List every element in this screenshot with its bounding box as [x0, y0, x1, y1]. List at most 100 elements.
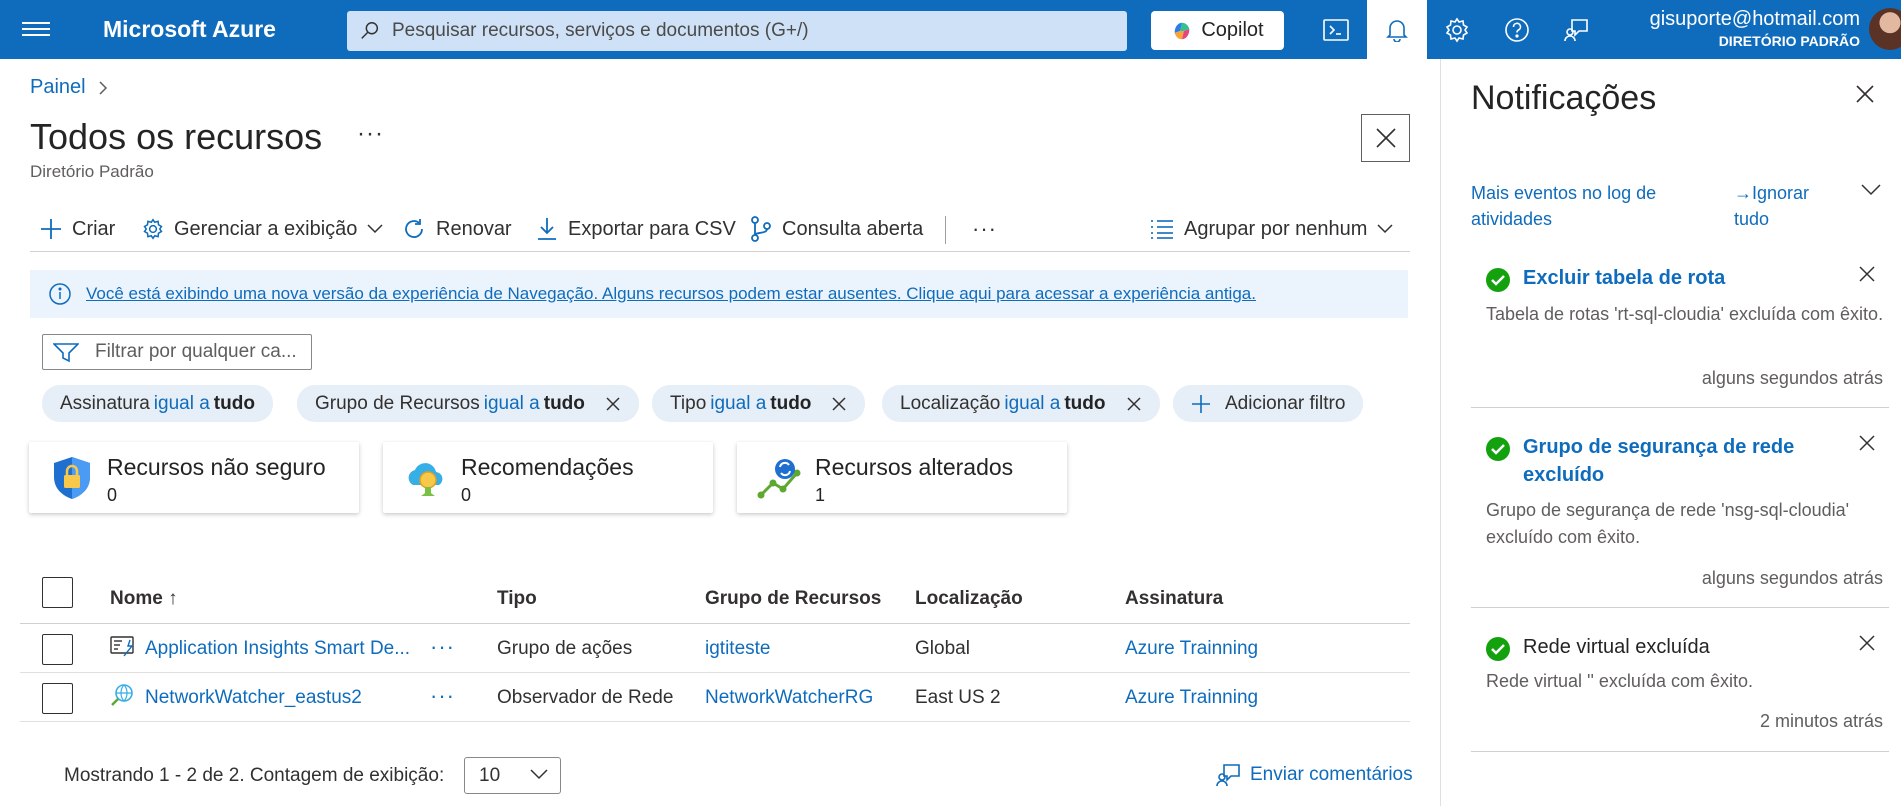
send-feedback-link[interactable]: Enviar comentários: [1216, 762, 1413, 788]
top-bar: Microsoft Azure Copilot: [0, 0, 1901, 59]
resource-group-link[interactable]: NetworkWatcherRG: [705, 687, 873, 709]
settings-gear-icon[interactable]: [1427, 0, 1487, 59]
pill-field: Grupo de Recursos: [315, 392, 480, 414]
row-more-button[interactable]: ···: [430, 634, 455, 660]
action-group-icon: [110, 636, 134, 657]
page-size-dropdown[interactable]: 10: [464, 757, 561, 794]
global-search[interactable]: [347, 11, 1127, 51]
remove-filter-icon[interactable]: [605, 396, 621, 412]
subscription-link[interactable]: Azure Trainning: [1125, 687, 1258, 709]
subscription-link[interactable]: Azure Trainning: [1125, 638, 1258, 660]
more-commands-button[interactable]: ···: [972, 214, 997, 244]
feedback-label: Enviar comentários: [1250, 764, 1413, 785]
query-branch-icon: [751, 216, 771, 242]
notifications-title: Notificações: [1471, 79, 1657, 117]
dismiss-notification-icon[interactable]: [1859, 435, 1875, 451]
help-icon[interactable]: [1487, 0, 1547, 59]
title-more-button[interactable]: ···: [357, 120, 384, 148]
filter-input[interactable]: [95, 335, 305, 369]
notifications-bell-icon[interactable]: [1367, 0, 1427, 59]
card-unsecure-resources[interactable]: Recursos não seguro 0: [29, 442, 359, 513]
breadcrumb: Painel: [30, 76, 108, 99]
column-header-name[interactable]: Nome ↑: [110, 588, 178, 610]
old-experience-link[interactable]: Você está exibindo uma nova versão da ex…: [86, 284, 1256, 304]
breadcrumb-home-link[interactable]: Painel: [30, 76, 86, 99]
card-title: Recomendações: [461, 454, 634, 480]
menu-icon[interactable]: [22, 18, 50, 42]
filter-pill-subscription[interactable]: Assinatura igual a tudo: [42, 385, 273, 422]
table-header: Nome ↑ Tipo Grupo de Recursos Localizaçã…: [20, 572, 1410, 624]
user-directory: DIRETÓRIO PADRÃO: [1718, 33, 1860, 49]
avatar[interactable]: [1869, 8, 1901, 50]
success-check-icon: [1486, 268, 1510, 292]
export-csv-button[interactable]: Exportar para CSV: [536, 214, 736, 244]
notification-time: alguns segundos atrás: [1701, 368, 1883, 388]
select-all-checkbox[interactable]: [42, 577, 73, 608]
pill-operator: igual a: [483, 392, 540, 414]
success-check-icon: [1486, 437, 1510, 461]
column-header-type[interactable]: Tipo: [497, 588, 537, 610]
close-panel-icon[interactable]: [1855, 84, 1875, 104]
row-checkbox[interactable]: [42, 683, 73, 714]
info-banner: Você está exibindo uma nova versão da ex…: [30, 270, 1408, 318]
resource-type: Grupo de ações: [497, 638, 633, 659]
card-value: 0: [461, 485, 472, 505]
row-checkbox[interactable]: [42, 634, 73, 665]
notification-title[interactable]: Grupo de segurança de rede excluído: [1523, 433, 1843, 489]
notifications-panel: Notificações Mais eventos no log de ativ…: [1440, 59, 1901, 806]
cloud-shell-icon[interactable]: [1306, 0, 1366, 59]
refresh-button[interactable]: Renovar: [402, 214, 512, 244]
resource-location: Global: [915, 638, 970, 659]
activity-log-link[interactable]: Mais eventos no log de atividades: [1471, 180, 1671, 232]
resource-location: East US 2: [915, 687, 1001, 708]
filter-box[interactable]: [42, 334, 312, 370]
notification-time: 2 minutos atrás: [1759, 711, 1883, 731]
filter-pill-location[interactable]: Localização igual a tudo: [882, 385, 1160, 422]
remove-filter-icon[interactable]: [1126, 396, 1142, 412]
dismiss-notification-icon[interactable]: [1859, 635, 1875, 651]
card-recommendations[interactable]: Recomendações 0: [383, 442, 713, 513]
column-header-subscription[interactable]: Assinatura: [1125, 588, 1223, 610]
feedback-icon[interactable]: [1547, 0, 1607, 59]
close-blade-button[interactable]: [1361, 114, 1410, 162]
copilot-button[interactable]: Copilot: [1151, 11, 1284, 50]
brand-name[interactable]: Microsoft Azure: [103, 16, 276, 43]
notification-body: Rede virtual '' excluída com êxito.: [1486, 671, 1753, 691]
card-value: 1: [815, 485, 826, 505]
user-email: gisuporte@hotmail.com: [1649, 8, 1860, 30]
filter-icon: [53, 343, 79, 363]
row-more-button[interactable]: ···: [430, 683, 455, 709]
manage-view-button[interactable]: Gerenciar a exibição: [142, 214, 383, 244]
chevron-down-icon: [1377, 224, 1393, 234]
card-changed-resources[interactable]: Recursos alterados 1: [737, 442, 1067, 513]
filter-pill-type[interactable]: Tipo igual a tudo: [652, 385, 866, 422]
filter-pill-resource-group[interactable]: Grupo de Recursos igual a tudo: [297, 385, 639, 422]
toolbar-divider: [945, 216, 946, 244]
table-row: NetworkWatcher_eastus2 ··· Observador de…: [20, 673, 1410, 722]
group-by-dropdown[interactable]: Agrupar por nenhum: [1150, 214, 1393, 244]
resource-changes-icon: [757, 459, 801, 499]
add-filter-button[interactable]: Adicionar filtro: [1173, 385, 1364, 422]
account-menu[interactable]: gisuporte@hotmail.com DIRETÓRIO PADRÃO: [1620, 8, 1860, 49]
pill-field: Assinatura: [60, 392, 150, 414]
open-query-button[interactable]: Consulta aberta: [750, 214, 923, 244]
search-input[interactable]: [392, 11, 1112, 51]
remove-filter-icon[interactable]: [831, 396, 847, 412]
chevron-right-icon: [99, 80, 107, 95]
resource-name-link[interactable]: Application Insights Smart De...: [145, 638, 410, 660]
column-header-resource-group[interactable]: Grupo de Recursos: [705, 588, 881, 610]
dismiss-all-link[interactable]: →Ignorar tudo: [1734, 180, 1834, 232]
group-by-label: Agrupar por nenhum: [1184, 217, 1368, 240]
gear-icon: [143, 218, 163, 240]
create-button[interactable]: Criar: [40, 214, 115, 244]
dismiss-notification-icon[interactable]: [1859, 266, 1875, 282]
shield-lock-icon: [54, 457, 90, 499]
resource-name-link[interactable]: NetworkWatcher_eastus2: [145, 687, 362, 709]
notification-title[interactable]: Excluir tabela de rota: [1523, 264, 1843, 292]
advisor-cloud-icon: [408, 463, 443, 496]
notification-body: Tabela de rotas 'rt-sql-cloudia' excluíd…: [1486, 304, 1884, 324]
page-title: Todos os recursos: [30, 116, 323, 157]
resource-group-link[interactable]: igtiteste: [705, 638, 770, 660]
column-header-location[interactable]: Localização: [915, 588, 1023, 610]
chevron-down-icon[interactable]: [1861, 184, 1881, 196]
